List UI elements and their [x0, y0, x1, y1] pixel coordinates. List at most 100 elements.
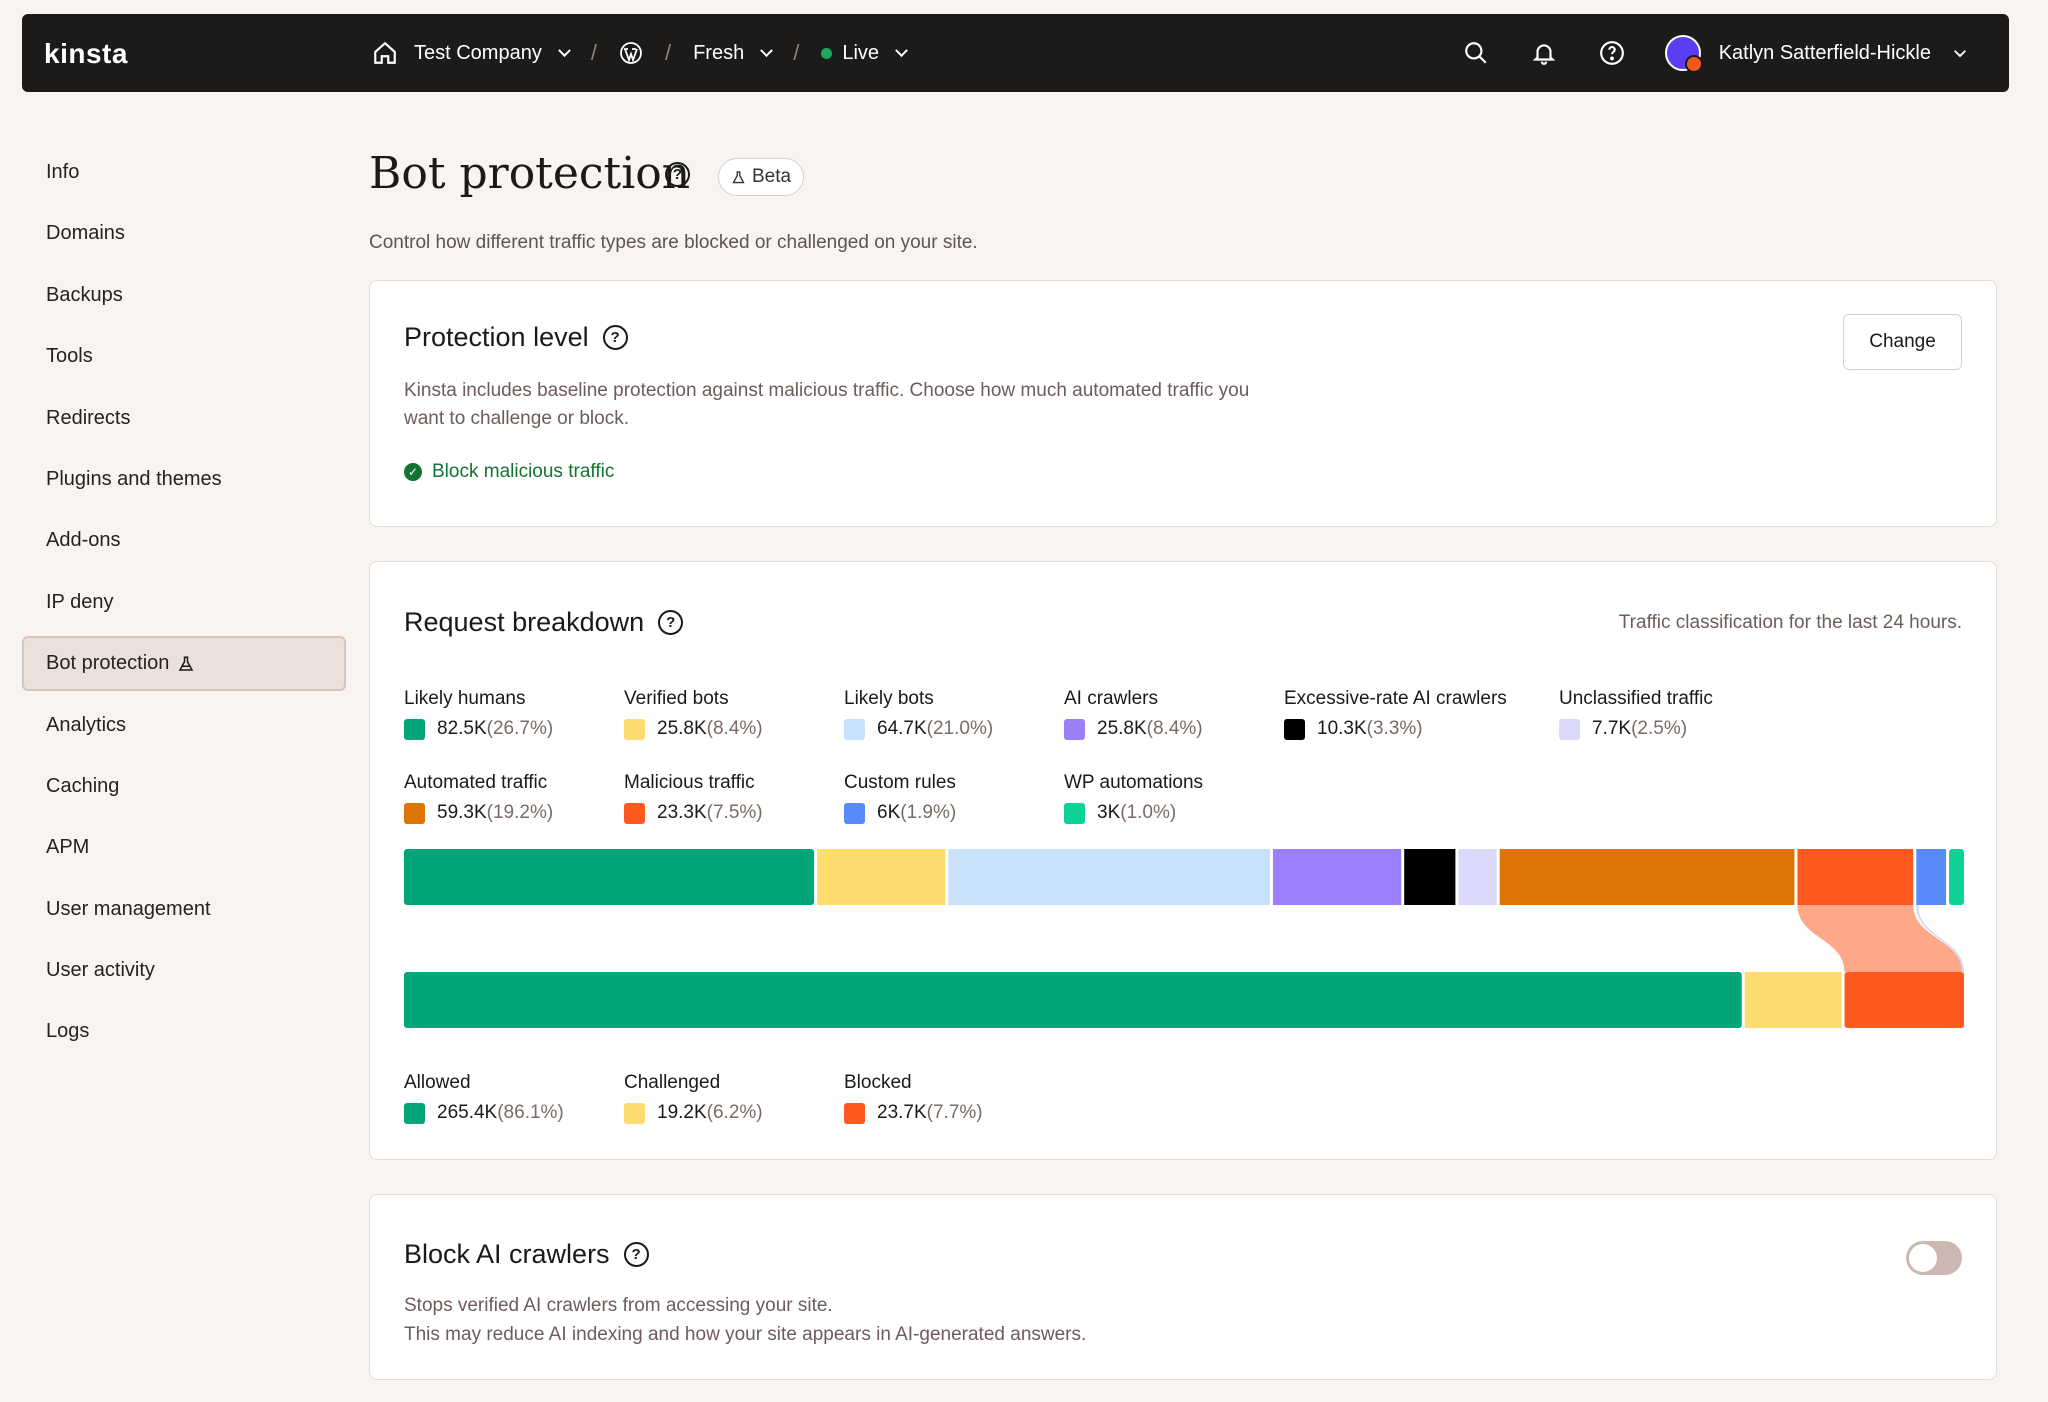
legend-swatch — [1559, 718, 1580, 740]
legend-value: 265.4K — [437, 1102, 498, 1123]
source-bar-likely-bots[interactable] — [948, 849, 1270, 905]
legend-value: 3K — [1097, 802, 1121, 823]
sidebar-item-redirects[interactable]: Redirects — [22, 391, 346, 446]
sidebar-item-user-activity[interactable]: User activity — [22, 943, 346, 998]
top-navigation-bar: kinsta Test Company / / Fresh / Live Kat… — [22, 14, 2009, 92]
sidebar-item-analytics[interactable]: Analytics — [22, 698, 346, 753]
legend-label: Unclassified traffic — [1559, 688, 1713, 709]
sidebar-item-label: Tools — [46, 345, 93, 368]
legend-item-ai-crawlers: AI crawlers 25.8K (8.4%) — [1064, 688, 1203, 740]
sidebar-item-ip-deny[interactable]: IP deny — [22, 575, 346, 630]
source-bar-custom-rules[interactable] — [1916, 849, 1947, 905]
legend-item-automated-traffic: Automated traffic 59.3K (19.2%) — [404, 772, 553, 824]
legend-value-row: 265.4K (86.1%) — [404, 1102, 564, 1124]
kinsta-logo[interactable]: kinsta — [44, 38, 128, 70]
legend-item-likely-humans: Likely humans 82.5K (26.7%) — [404, 688, 553, 740]
sidebar-item-bot-protection[interactable]: Bot protection — [22, 636, 346, 692]
legend-percent: (8.4%) — [1146, 718, 1203, 739]
sidebar-item-backups[interactable]: Backups — [22, 268, 346, 323]
environment-switcher[interactable]: Live — [821, 41, 908, 65]
sidebar-item-info[interactable]: Info — [22, 145, 346, 200]
legend-percent: (7.7%) — [926, 1102, 983, 1123]
legend-value-row: 10.3K (3.3%) — [1284, 718, 1507, 740]
site-switcher[interactable]: Fresh — [693, 41, 774, 65]
sidebar-item-apm[interactable]: APM — [22, 820, 346, 875]
legend-item-likely-bots: Likely bots 64.7K (21.0%) — [844, 688, 993, 740]
change-protection-button[interactable]: Change — [1843, 314, 1962, 370]
breadcrumb-separator: / — [590, 40, 597, 65]
legend-value: 10.3K — [1317, 718, 1367, 739]
legend-swatch — [844, 718, 865, 740]
wordpress-icon — [620, 42, 642, 64]
source-bar-unclassified-traffic[interactable] — [1458, 849, 1497, 905]
sidebar-item-add-ons[interactable]: Add-ons — [22, 513, 346, 568]
request-breakdown-card: Request breakdown ? Traffic classificati… — [369, 561, 1997, 1160]
search-button[interactable] — [1461, 38, 1491, 68]
wordpress-link[interactable] — [619, 41, 643, 65]
source-bar-ai-crawlers[interactable] — [1272, 849, 1402, 905]
legend-value: 23.7K — [877, 1102, 927, 1123]
target-bar-allowed[interactable] — [404, 972, 1742, 1028]
sidebar-item-plugins-and-themes[interactable]: Plugins and themes — [22, 452, 346, 507]
legend-label: Automated traffic — [404, 772, 548, 793]
target-bar-challenged[interactable] — [1744, 972, 1842, 1028]
flask-icon — [732, 170, 745, 183]
source-bar-excessive-rate-ai-crawlers[interactable] — [1404, 849, 1456, 905]
legend-percent: (86.1%) — [497, 1102, 564, 1123]
help-icon[interactable]: ? — [623, 1242, 649, 1267]
sidebar-item-caching[interactable]: Caching — [22, 759, 346, 814]
legend-item-custom-rules: Custom rules 6K (1.9%) — [844, 772, 956, 824]
legend-item-excessive-rate-ai-crawlers: Excessive-rate AI crawlers 10.3K (3.3%) — [1284, 688, 1507, 740]
sidebar-item-user-management[interactable]: User management — [22, 882, 346, 937]
sidebar-nav: Info Domains Backups Tools Redirects Plu… — [22, 145, 346, 1066]
check-circle-icon: ✓ — [404, 463, 422, 481]
user-avatar[interactable] — [1664, 35, 1703, 73]
user-name[interactable]: Katlyn Satterfield-Hickle — [1719, 42, 1931, 65]
legend-label: Likely humans — [404, 688, 526, 709]
source-bar-verified-bots[interactable] — [817, 849, 946, 905]
help-button[interactable] — [1597, 38, 1627, 68]
sidebar-item-logs[interactable]: Logs — [22, 1004, 346, 1059]
legend-label: Verified bots — [624, 688, 729, 709]
legend-percent: (8.4%) — [706, 718, 763, 739]
target-bar-blocked[interactable] — [1844, 972, 1964, 1028]
page-subtitle: Control how different traffic types are … — [369, 232, 978, 253]
source-bar-likely-humans[interactable] — [404, 849, 815, 905]
legend-value: 25.8K — [1097, 718, 1147, 739]
chevron-down-icon — [895, 43, 908, 57]
legend-value-row: 64.7K (21.0%) — [844, 718, 993, 740]
environment-name: Live — [842, 41, 880, 64]
notifications-button[interactable] — [1529, 38, 1559, 68]
legend-percent: (1.9%) — [900, 802, 957, 823]
chevron-down-icon — [760, 43, 774, 57]
legend-percent: (1.0%) — [1120, 802, 1177, 823]
legend-item-challenged: Challenged 19.2K (6.2%) — [624, 1072, 763, 1124]
help-icon[interactable]: ? — [602, 325, 628, 350]
sankey-chart — [404, 849, 1964, 1028]
help-icon[interactable]: ? — [658, 610, 684, 635]
source-bar-malicious-traffic[interactable] — [1797, 849, 1914, 905]
sidebar-item-label: Logs — [46, 1020, 90, 1043]
legend-label: Blocked — [844, 1072, 912, 1093]
company-switcher[interactable]: Test Company — [414, 42, 571, 65]
beta-label: Beta — [752, 166, 792, 187]
sidebar-item-label: Add-ons — [46, 529, 121, 552]
sidebar-item-label: IP deny — [46, 590, 114, 613]
sidebar-item-tools[interactable]: Tools — [22, 329, 346, 384]
legend-value-row: 19.2K (6.2%) — [624, 1102, 763, 1124]
legend-percent: (19.2%) — [486, 802, 554, 823]
legend-value-row: 25.8K (8.4%) — [1064, 718, 1203, 740]
chevron-down-icon[interactable] — [1951, 44, 1969, 62]
help-icon[interactable]: ? — [665, 162, 690, 187]
source-bar-automated-traffic[interactable] — [1499, 849, 1795, 905]
legend-percent: (3.3%) — [1366, 718, 1423, 739]
home-link[interactable] — [372, 40, 398, 66]
flask-icon — [179, 656, 194, 671]
source-bar-wp-automations[interactable] — [1949, 849, 1964, 905]
legend-item-malicious-traffic: Malicious traffic 23.3K (7.5%) — [624, 772, 763, 824]
legend-label: Likely bots — [844, 688, 934, 709]
site-name: Fresh — [693, 41, 745, 64]
legend-item-unclassified-traffic: Unclassified traffic 7.7K (2.5%) — [1559, 688, 1713, 740]
block-ai-crawlers-toggle[interactable] — [1906, 1241, 1962, 1275]
sidebar-item-domains[interactable]: Domains — [22, 206, 346, 261]
